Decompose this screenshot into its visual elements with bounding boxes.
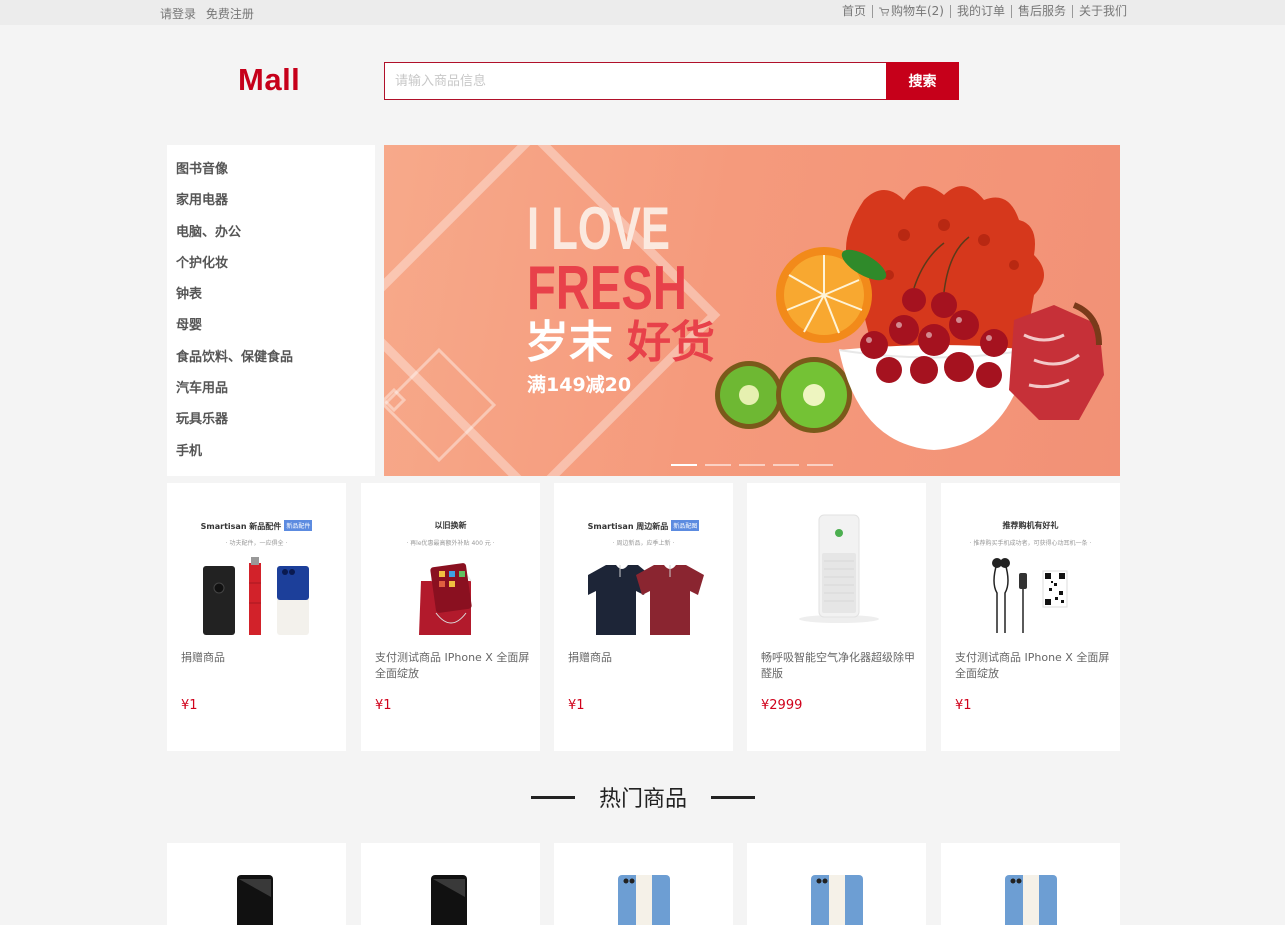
product-price: ¥1 [955,698,972,713]
banner-line-4: 满149减20 [527,373,631,396]
search-button[interactable]: 搜索 [886,62,959,100]
carousel-dot[interactable] [739,464,765,466]
product-name[interactable]: 捐赠商品 [568,650,723,666]
nav-about[interactable]: 关于我们 [1073,5,1127,18]
blue-phone-image [618,875,670,925]
blue-phone-image [1005,875,1057,925]
hot-product-card[interactable] [554,843,733,925]
carousel-indicators [671,464,833,466]
category-item[interactable]: 母婴 [167,317,375,348]
blue-phone-image [811,875,863,925]
search-input[interactable] [384,62,887,100]
promo-subtitle: · 再le优惠最高额外补贴 400 元 · [406,540,495,547]
category-item[interactable]: 个护化妆 [167,255,375,286]
promo-subtitle: · 功夫配件，一应俱全 · [225,540,288,547]
product-image [588,565,704,635]
category-item[interactable]: 玩具乐器 [167,411,375,442]
banner-line-2: FRESH [527,254,687,323]
promo-subtitle: · 推荐购买手机成功者，可获得心动耳机一条 · [969,540,1092,547]
banner-line-3a: 岁末 [525,317,613,368]
nav-home[interactable]: 首页 [836,5,873,18]
product-card[interactable]: 以旧换新 · 再le优惠最高额外补贴 400 元 · 支付测试商品 IPhone… [361,483,540,751]
promo-title-text: 以旧换新 [434,521,467,530]
black-phone-image [431,875,467,925]
hot-product-card[interactable] [167,843,346,925]
promo-badge: 新品配件 [284,520,313,531]
product-price: ¥1 [181,698,198,713]
top-nav: 首页 购物车(2) 我的订单 售后服务 关于我们 [836,5,1127,18]
hot-product-card[interactable] [941,843,1120,925]
promo-title-text: Smartisan 新品配件 [200,522,282,531]
category-item[interactable]: 电脑、办公 [167,224,375,255]
product-price: ¥1 [568,698,585,713]
login-link[interactable]: 请登录 [160,7,196,21]
heading-divider [710,795,755,799]
product-card[interactable]: 推荐购机有好礼 · 推荐购买手机成功者，可获得心动耳机一条 · 支付测试商品 I… [941,483,1120,751]
promo-title: 推荐购机有好礼 [941,520,1120,531]
nav-cart[interactable]: 购物车(2) [873,5,951,18]
category-item[interactable]: 钟表 [167,286,375,317]
promo-title: Smartisan 新品配件 新品配件 [167,520,346,532]
black-phone-image [237,875,273,925]
product-image [992,558,1068,633]
product-name[interactable]: 支付测试商品 IPhone X 全面屏 全面绽放 [375,650,530,682]
carousel-dot[interactable] [773,464,799,466]
hot-products-heading: 热门商品 [531,782,755,812]
category-menu: 图书音像 家用电器 电脑、办公 个护化妆 钟表 母婴 食品饮料、保健食品 汽车用… [167,145,375,476]
carousel-dot[interactable] [807,464,833,466]
category-item[interactable]: 家用电器 [167,192,375,223]
promo-title: Smartisan 周边新品 新品配图 [554,520,733,532]
promo-title-text: 推荐购机有好礼 [1002,521,1059,530]
cart-icon [878,7,889,16]
banner-text: I LOVE FRESH 岁末 好货 满149减20 [525,195,715,396]
banner-line-3b: 好货 [626,317,715,368]
hot-product-card[interactable] [747,843,926,925]
top-bar: 请登录 免费注册 首页 购物车(2) 我的订单 售后服务 关于我们 [0,0,1285,25]
product-card[interactable]: 畅呼吸智能空气净化器超级除甲醛版 ¥2999 [747,483,926,751]
nav-cart-label: 购物车(2) [890,4,944,18]
product-price: ¥2999 [761,698,803,713]
banner-carousel[interactable]: I LOVE FRESH 岁末 好货 满149减20 [384,145,1120,476]
banner-line-1: I LOVE [527,195,670,262]
heading-divider [531,795,575,799]
category-item[interactable]: 汽车用品 [167,380,375,411]
product-name[interactable]: 畅呼吸智能空气净化器超级除甲醛版 [761,650,916,682]
nav-after-sales[interactable]: 售后服务 [1012,5,1073,18]
carousel-dot[interactable] [705,464,731,466]
product-card[interactable]: Smartisan 周边新品 新品配图 · 周边新品，应季上新 · 捐赠商品 ¥1 [554,483,733,751]
product-image [419,563,472,635]
hot-products-title: 热门商品 [598,787,687,812]
product-name[interactable]: 支付测试商品 IPhone X 全面屏 全面绽放 [955,650,1110,682]
category-item[interactable]: 手机 [167,443,375,474]
product-price: ¥1 [375,698,392,713]
register-link[interactable]: 免费注册 [206,7,254,21]
product-name[interactable]: 捐赠商品 [181,650,336,666]
promo-title: 以旧换新 [361,520,540,531]
hot-product-card[interactable] [361,843,540,925]
site-logo[interactable]: Mall [238,62,300,98]
promo-title-text: Smartisan 周边新品 [587,522,669,531]
promo-badge: 新品配图 [671,520,700,531]
product-card[interactable]: Smartisan 新品配件 新品配件 · 功夫配件，一应俱全 · 捐赠商品 ¥1 [167,483,346,751]
promo-subtitle: · 周边新品，应季上新 · [612,540,675,547]
account-links: 请登录 免费注册 [160,5,260,22]
category-item[interactable]: 图书音像 [167,161,375,192]
product-image [799,514,879,623]
category-item[interactable]: 食品饮料、保健食品 [167,349,375,380]
product-image [203,557,309,635]
nav-orders[interactable]: 我的订单 [951,5,1012,18]
carousel-dot[interactable] [671,464,697,466]
